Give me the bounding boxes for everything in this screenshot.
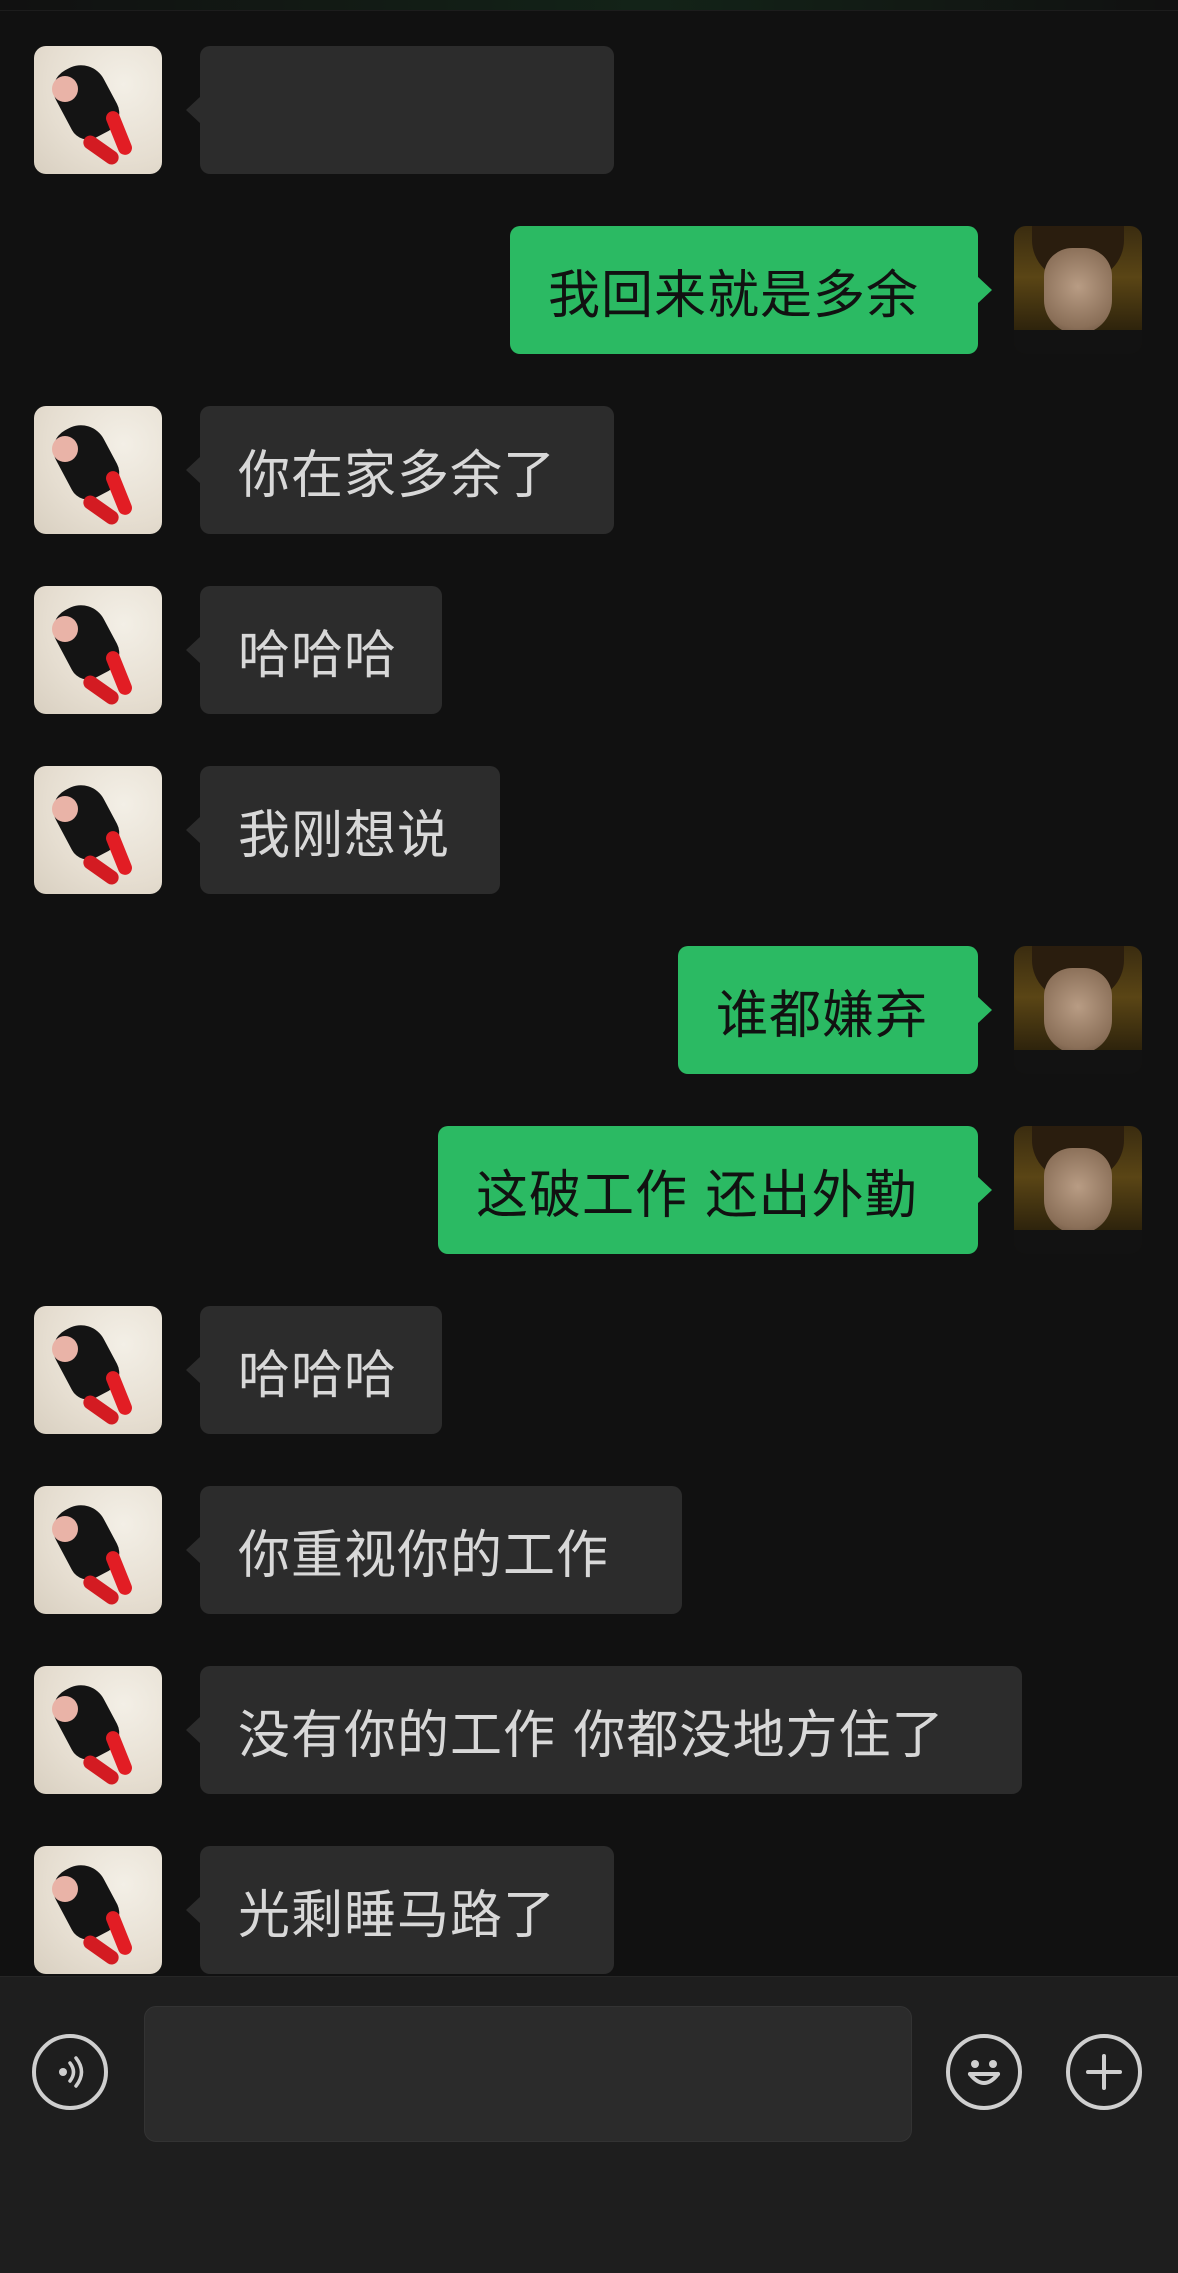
contact-avatar[interactable]	[34, 1846, 162, 1974]
message-row: 没有你的工作 你都没地方住了	[0, 1666, 1178, 1794]
voice-input-button[interactable]	[32, 2034, 108, 2110]
contact-avatar[interactable]	[34, 46, 162, 174]
contact-avatar[interactable]	[34, 1486, 162, 1614]
contact-avatar[interactable]	[34, 766, 162, 894]
message-row: 你重视你的工作	[0, 1486, 1178, 1614]
message-row: 光剩睡马路了	[0, 1846, 1178, 1974]
message-row: 我回来就是多余	[0, 226, 1178, 354]
message-row: 我刚想说	[0, 766, 1178, 894]
message-row: 哈哈哈	[0, 586, 1178, 714]
emoji-icon	[968, 2060, 1000, 2085]
contact-avatar[interactable]	[34, 406, 162, 534]
contact-avatar[interactable]	[34, 1306, 162, 1434]
message-row	[0, 46, 1178, 174]
emoji-button[interactable]	[946, 2034, 1022, 2110]
message-row: 这破工作 还出外勤	[0, 1126, 1178, 1254]
message-row: 哈哈哈	[0, 1306, 1178, 1434]
message-bubble-incoming[interactable]	[186, 46, 614, 174]
my-avatar[interactable]	[1014, 1126, 1142, 1254]
message-bubble-incoming[interactable]: 你重视你的工作	[186, 1486, 682, 1614]
message-row: 谁都嫌弃	[0, 946, 1178, 1074]
message-bubble-outgoing[interactable]: 我回来就是多余	[510, 226, 992, 354]
message-bubble-outgoing[interactable]: 谁都嫌弃	[678, 946, 992, 1074]
message-bubble-incoming[interactable]: 没有你的工作 你都没地方住了	[186, 1666, 1022, 1794]
message-bubble-incoming[interactable]: 光剩睡马路了	[186, 1846, 614, 1974]
voice-input-icon	[59, 2056, 84, 2088]
message-bubble-outgoing[interactable]: 这破工作 还出外勤	[438, 1126, 992, 1254]
my-avatar[interactable]	[1014, 226, 1142, 354]
contact-avatar[interactable]	[34, 1666, 162, 1794]
more-actions-button[interactable]	[1066, 2034, 1142, 2110]
contact-avatar[interactable]	[34, 586, 162, 714]
message-input[interactable]	[144, 2006, 912, 2142]
message-bubble-incoming[interactable]: 哈哈哈	[186, 1306, 442, 1434]
message-bubble-incoming[interactable]: 我刚想说	[186, 766, 500, 894]
plus-icon	[1086, 2054, 1122, 2090]
message-bubble-incoming[interactable]: 你在家多余了	[186, 406, 614, 534]
message-row: 你在家多余了	[0, 406, 1178, 534]
message-list[interactable]: 我回来就是多余 你在家多余了 哈哈哈 我刚想说 谁都嫌弃 这破工作 还出外勤 哈…	[0, 0, 1178, 1976]
message-bubble-incoming[interactable]: 哈哈哈	[186, 586, 442, 714]
my-avatar[interactable]	[1014, 946, 1142, 1074]
